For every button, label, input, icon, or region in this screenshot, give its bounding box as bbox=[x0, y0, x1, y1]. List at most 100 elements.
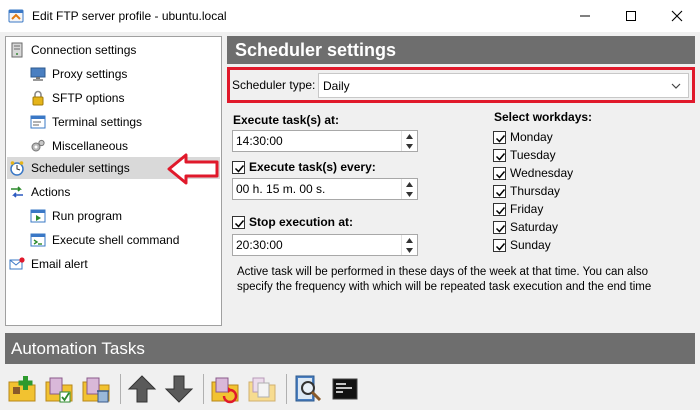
execute-every-spinner[interactable] bbox=[401, 179, 417, 199]
minimize-icon bbox=[580, 15, 590, 17]
help-text: Active task will be performed in these d… bbox=[237, 266, 652, 293]
workday-sunday[interactable]: Sunday bbox=[493, 238, 551, 252]
tree-item-sftp-options[interactable]: SFTP options bbox=[30, 87, 124, 109]
scheduler-panel: Scheduler settings Scheduler type: Daily… bbox=[227, 36, 695, 326]
execute-every-input[interactable]: 00 h. 15 m. 00 s. bbox=[232, 178, 418, 200]
scheduler-type-label: Scheduler type: bbox=[232, 78, 316, 92]
checkmark-icon bbox=[495, 188, 506, 197]
spin-down-icon bbox=[406, 247, 413, 253]
workday-checkbox[interactable] bbox=[493, 202, 506, 216]
tree-item-actions[interactable]: Actions bbox=[9, 181, 70, 203]
view-log-button[interactable] bbox=[291, 372, 325, 406]
minimize-button[interactable] bbox=[562, 0, 608, 32]
workday-checkbox[interactable] bbox=[493, 238, 506, 252]
workday-label: Saturday bbox=[510, 220, 559, 234]
execute-at-input[interactable]: 14:30:00 bbox=[232, 130, 418, 152]
tree-item-label: Miscellaneous bbox=[52, 139, 129, 153]
tree-item-email-alert[interactable]: Email alert bbox=[9, 253, 88, 275]
workday-checkbox[interactable] bbox=[493, 166, 506, 180]
checkmark-icon bbox=[234, 164, 245, 173]
automation-toolbar bbox=[5, 368, 695, 410]
spin-up-icon bbox=[406, 133, 413, 139]
close-button[interactable] bbox=[654, 0, 700, 32]
execute-every-checkbox[interactable] bbox=[232, 160, 245, 174]
execute-every-checkbox-row[interactable]: Execute task(s) every: bbox=[232, 160, 376, 174]
tree-item-run-program[interactable]: Run program bbox=[30, 205, 122, 227]
workday-wednesday[interactable]: Wednesday bbox=[493, 166, 573, 180]
workday-thursday[interactable]: Thursday bbox=[493, 184, 560, 198]
delete-task-icon bbox=[82, 377, 110, 403]
terminal-icon bbox=[332, 378, 358, 400]
log-search-icon bbox=[295, 375, 322, 402]
tree-item-execute-shell-command[interactable]: Execute shell command bbox=[30, 229, 179, 251]
stop-execution-checkbox-row[interactable]: Stop execution at: bbox=[232, 215, 353, 229]
arrow-down-icon bbox=[164, 375, 194, 403]
move-down-button[interactable] bbox=[162, 372, 196, 406]
tree-item-connection-settings[interactable]: Connection settings bbox=[9, 39, 136, 61]
workday-tuesday[interactable]: Tuesday bbox=[493, 148, 556, 162]
stop-execution-checkbox[interactable] bbox=[232, 215, 245, 229]
copy-task-button[interactable] bbox=[245, 372, 279, 406]
tree-item-label: SFTP options bbox=[52, 91, 125, 105]
execute-at-spinner[interactable] bbox=[401, 131, 417, 151]
workday-friday[interactable]: Friday bbox=[493, 202, 543, 216]
arrow-up-icon bbox=[127, 375, 157, 403]
checkmark-icon bbox=[495, 152, 506, 161]
workday-saturday[interactable]: Saturday bbox=[493, 220, 558, 234]
workday-label: Sunday bbox=[510, 238, 551, 252]
workday-checkbox[interactable] bbox=[493, 148, 506, 162]
window-title: Edit FTP server profile - ubuntu.local bbox=[32, 9, 227, 23]
spin-down-icon bbox=[406, 191, 413, 197]
open-terminal-button[interactable] bbox=[328, 372, 362, 406]
execute-at-value: 14:30:00 bbox=[236, 134, 283, 148]
tree-item-label: Email alert bbox=[31, 257, 88, 271]
checkmark-icon bbox=[234, 219, 245, 228]
email-alert-icon bbox=[9, 257, 25, 270]
workday-checkbox[interactable] bbox=[493, 130, 506, 144]
app-icon bbox=[8, 9, 24, 23]
workday-label: Tuesday bbox=[510, 148, 556, 162]
lock-icon bbox=[32, 90, 44, 106]
stop-execution-value: 20:30:00 bbox=[236, 238, 283, 252]
workday-checkbox[interactable] bbox=[493, 184, 506, 198]
tree-item-label: Actions bbox=[31, 185, 71, 199]
stop-execution-input[interactable]: 20:30:00 bbox=[232, 234, 418, 256]
execute-every-value: 00 h. 15 m. 00 s. bbox=[236, 182, 326, 196]
workday-label: Wednesday bbox=[510, 166, 574, 180]
run-task-icon bbox=[211, 377, 239, 404]
spin-up-icon bbox=[406, 181, 413, 187]
chevron-down-icon bbox=[671, 83, 681, 89]
maximize-icon bbox=[626, 11, 636, 21]
workday-monday[interactable]: Monday bbox=[493, 130, 553, 144]
copy-task-icon bbox=[248, 377, 276, 402]
run-task-button[interactable] bbox=[208, 372, 242, 406]
move-up-button[interactable] bbox=[125, 372, 159, 406]
maximize-button[interactable] bbox=[608, 0, 654, 32]
scheduler-type-value: Daily bbox=[323, 78, 350, 93]
tree-item-label: Terminal settings bbox=[52, 115, 143, 129]
tree-item-label: Execute shell command bbox=[52, 233, 180, 247]
add-task-icon bbox=[8, 376, 36, 402]
checkmark-icon bbox=[495, 170, 506, 179]
tree-item-terminal-settings[interactable]: Terminal settings bbox=[30, 111, 142, 133]
add-task-button[interactable] bbox=[5, 372, 39, 406]
arrows-icon bbox=[11, 186, 23, 198]
scheduler-type-select[interactable]: Daily bbox=[318, 73, 689, 98]
edit-task-icon bbox=[45, 377, 73, 403]
checkmark-icon bbox=[495, 224, 506, 233]
edit-task-button[interactable] bbox=[42, 372, 76, 406]
delete-task-button[interactable] bbox=[79, 372, 113, 406]
workday-label: Friday bbox=[510, 202, 544, 216]
run-program-icon bbox=[30, 209, 46, 223]
stop-execution-label: Stop execution at: bbox=[249, 215, 354, 229]
scheduler-type-highlight: Scheduler type: Daily bbox=[227, 67, 695, 103]
tree-item-label: Proxy settings bbox=[52, 67, 128, 81]
title-bar: Edit FTP server profile - ubuntu.local bbox=[0, 0, 700, 32]
tree-item-label: Scheduler settings bbox=[31, 161, 130, 175]
workday-checkbox[interactable] bbox=[493, 220, 506, 234]
tree-item-miscellaneous[interactable]: Miscellaneous bbox=[30, 135, 128, 157]
workdays-label: Select workdays: bbox=[494, 110, 593, 124]
spin-up-icon bbox=[406, 237, 413, 243]
stop-execution-spinner[interactable] bbox=[401, 235, 417, 255]
tree-item-proxy-settings[interactable]: Proxy settings bbox=[30, 63, 127, 85]
